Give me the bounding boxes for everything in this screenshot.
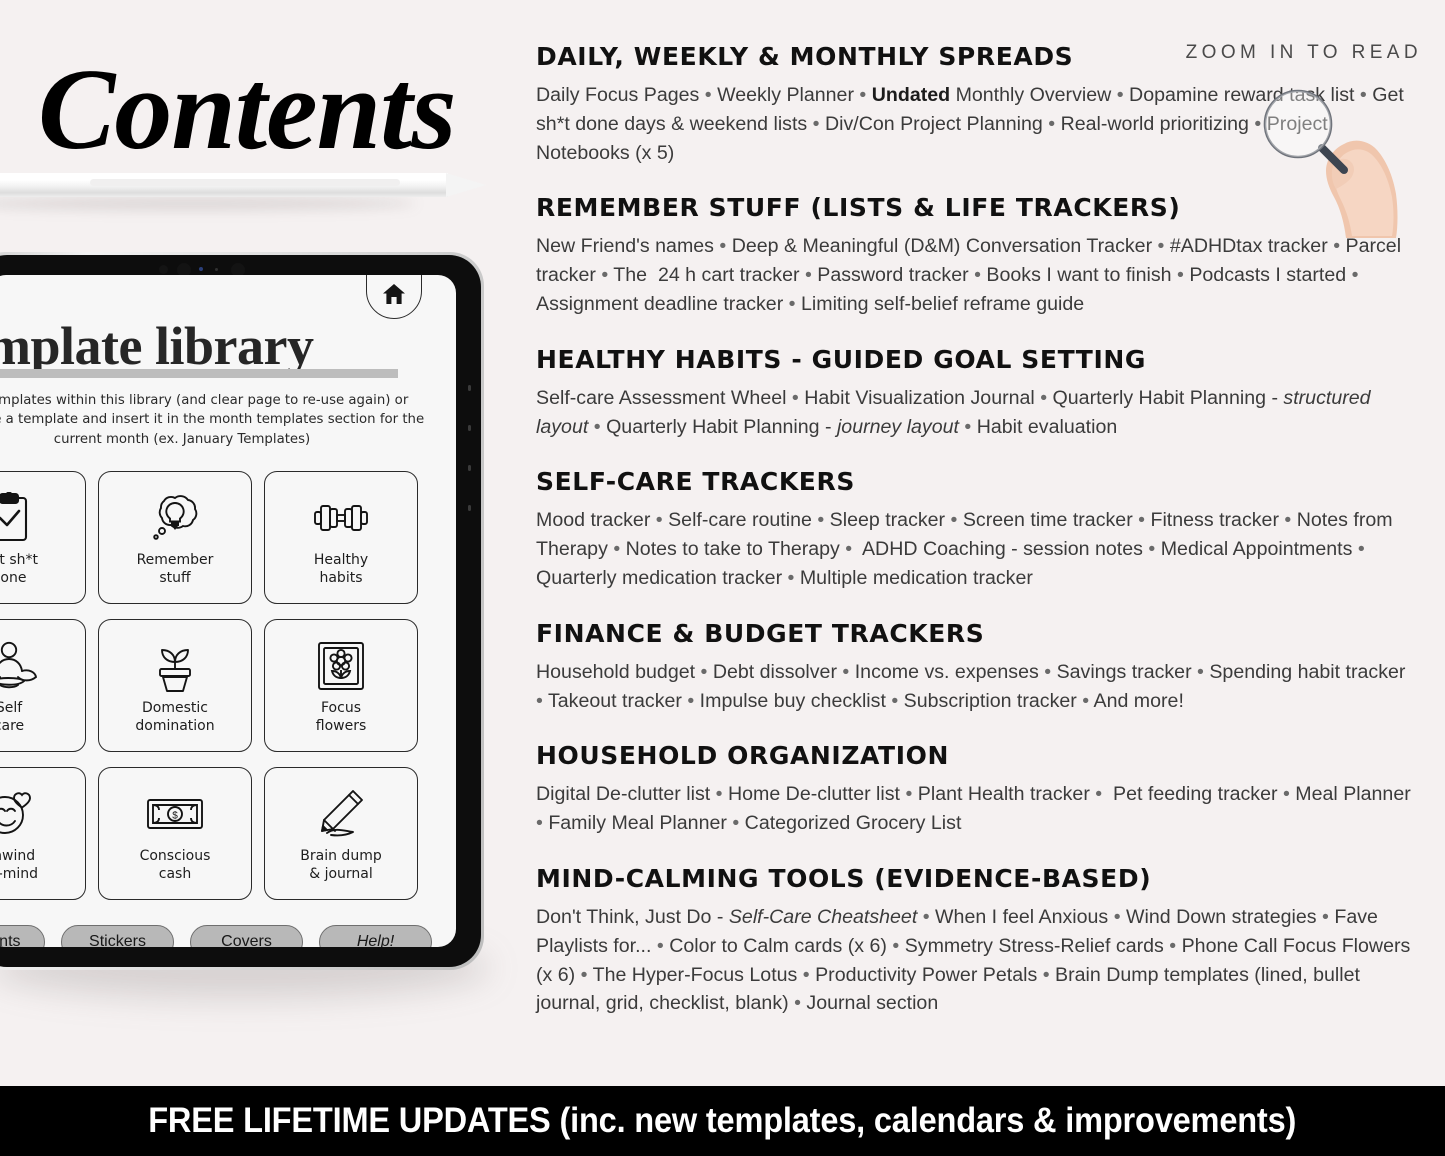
banknote-icon: $ (146, 784, 204, 844)
section-healthy-habits: HEALTHY HABITS - GUIDED GOAL SETTING Sel… (536, 345, 1426, 442)
side-button-4 (468, 505, 471, 511)
magnifying-glass-hand-illustration (1248, 78, 1408, 238)
template-card[interactable]: Self care (0, 619, 86, 752)
section-heading: FINANCE & BUDGET TRACKERS (536, 618, 985, 648)
template-card[interactable]: Focus flowers (264, 619, 418, 752)
section-mind-calming-tools: MIND-CALMING TOOLS (EVIDENCE-BASED) Don'… (536, 864, 1426, 1018)
template-card[interactable]: Healthy habits (264, 471, 418, 604)
card-label: Remember stuff (136, 552, 214, 586)
page-title: Contents (38, 46, 456, 174)
section-body: Mood tracker • Self-care routine • Sleep… (536, 509, 1393, 589)
camera-dot (159, 265, 168, 274)
section-heading: HEALTHY HABITS - GUIDED GOAL SETTING (536, 344, 1146, 374)
tablet-device: Template library Use templates within th… (0, 252, 484, 970)
section-body: New Friend's names • Deep & Meaningful (… (536, 235, 1402, 315)
card-label: Get sh*t done (0, 552, 39, 586)
side-button-1 (468, 385, 471, 391)
template-card[interactable]: Brain dump & journal (264, 767, 418, 900)
template-card[interactable]: Unwind un-mind (0, 767, 86, 900)
contents-button[interactable]: Contents (0, 925, 45, 947)
screen-button-row: Contents Stickers Covers Help! (0, 925, 432, 947)
section-heading: SELF-CARE TRACKERS (536, 467, 855, 497)
section-self-care-trackers: SELF-CARE TRACKERS Mood tracker • Self-c… (536, 467, 1426, 592)
section-household-organization: HOUSEHOLD ORGANIZATION Digital De-clutte… (536, 741, 1426, 838)
stylus-tip (446, 173, 486, 197)
home-button[interactable] (366, 275, 422, 319)
section-finance-budget-trackers: FINANCE & BUDGET TRACKERS Household budg… (536, 619, 1426, 716)
title-underline-rule (0, 369, 398, 378)
section-heading: MIND-CALMING TOOLS (EVIDENCE-BASED) (536, 863, 1152, 893)
stylus-pencil (0, 168, 490, 210)
camera-sensor-blue (199, 267, 203, 271)
stickers-button[interactable]: Stickers (61, 925, 174, 947)
card-label: Focus flowers (315, 700, 367, 734)
framed-flower-icon (316, 636, 366, 696)
home-icon (383, 284, 405, 304)
help-button[interactable]: Help! (319, 925, 432, 947)
template-card[interactable]: $ Conscious cash (98, 767, 252, 900)
section-body: Self-care Assessment Wheel • Habit Visua… (536, 386, 1371, 438)
side-button-3 (468, 465, 471, 471)
section-body: Don't Think, Just Do - Self-Care Cheatsh… (536, 905, 1411, 1015)
stylus-shadow (0, 197, 416, 210)
contents-list-pane: ZOOM IN TO READ DAILY, WEEKLY & MONTHLY … (536, 42, 1426, 1018)
dumbbell-icon (310, 488, 372, 548)
meditation-icon (0, 636, 38, 696)
section-body: Household budget • Debt dissolver • Inco… (536, 660, 1406, 712)
banner-text: FREE LIFETIME UPDATES (inc. new template… (148, 1101, 1297, 1140)
card-label: Self care (0, 700, 25, 734)
covers-button[interactable]: Covers (190, 925, 303, 947)
clipboard-check-icon (0, 488, 32, 548)
pencil-writing-icon (315, 784, 367, 844)
free-updates-banner: FREE LIFETIME UPDATES (inc. new template… (0, 1086, 1445, 1156)
card-label: Healthy habits (313, 552, 369, 586)
template-card[interactable]: Domestic domination (98, 619, 252, 752)
tablet-screen: Template library Use templates within th… (0, 275, 456, 947)
screen-description: Use templates within this library (and c… (0, 393, 425, 447)
left-showcase-pane: Contents Template library (0, 0, 520, 1086)
potted-plant-icon (149, 636, 201, 696)
side-button-2 (468, 425, 471, 431)
stylus-flat-edge (90, 179, 400, 186)
template-card-grid: Get sh*t done Remember s (0, 471, 432, 900)
card-label: Unwind un-mind (0, 848, 39, 882)
section-body: Digital De-clutter list • Home De-clutte… (536, 783, 1411, 835)
screen-title: Template library (0, 316, 314, 376)
section-heading: HOUSEHOLD ORGANIZATION (536, 741, 949, 771)
card-label: Brain dump & journal (300, 848, 382, 882)
zoom-in-to-read-note: ZOOM IN TO READ (1185, 42, 1422, 63)
camera-sensor-small (215, 268, 218, 271)
card-label: Domestic domination (135, 700, 215, 734)
template-card[interactable]: Remember stuff (98, 471, 252, 604)
card-label: Conscious cash (139, 848, 211, 882)
template-card[interactable]: Get sh*t done (0, 471, 86, 604)
happy-face-heart-icon (0, 784, 37, 844)
svg-text:$: $ (172, 811, 178, 822)
lightbulb-thought-icon (148, 488, 202, 548)
